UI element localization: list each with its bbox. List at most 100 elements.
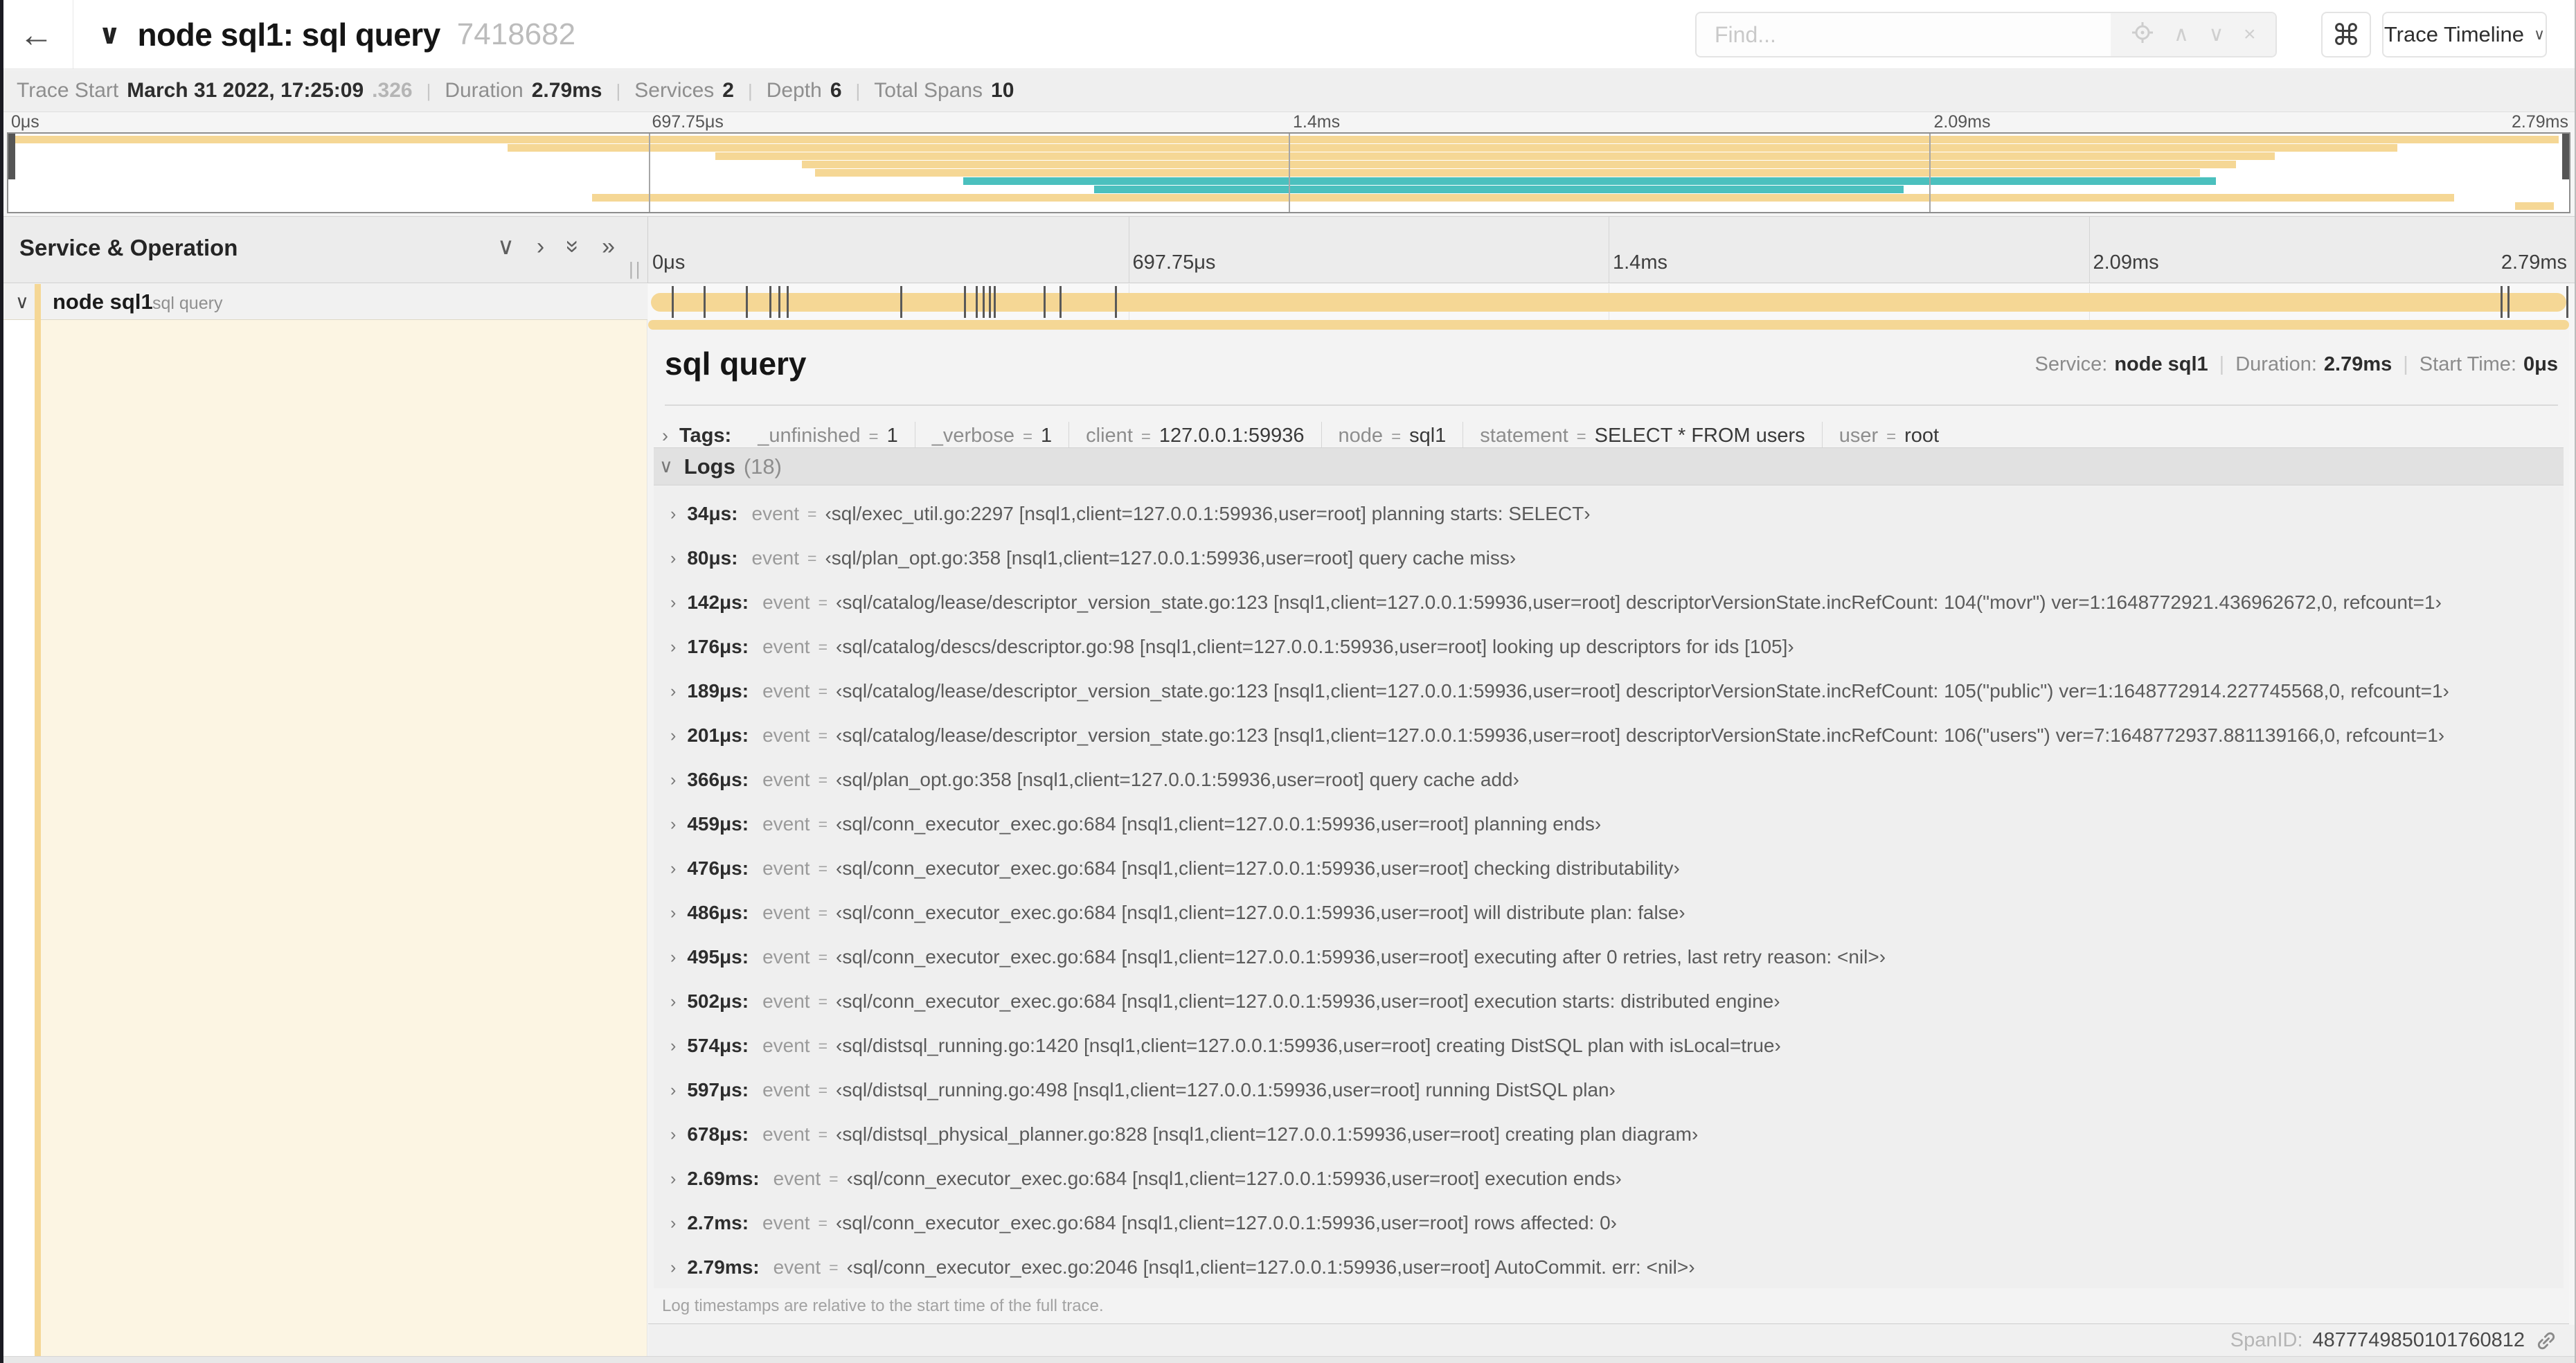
find-next-chevron-down-icon[interactable]: ∨ <box>2208 24 2224 45</box>
log-row[interactable]: › 366μs: event = ‹sql/plan_opt.go:358 [nsql1… <box>654 758 2564 802</box>
log-field-name: event <box>762 1079 810 1101</box>
log-field-value: ‹sql/distsql_physical_planner.go:828 [ns… <box>836 1123 1699 1145</box>
log-timestamp: 495μs: <box>687 946 749 968</box>
minimap-left-drag-handle[interactable] <box>8 134 15 179</box>
expand-one-chevron-right-icon[interactable]: › <box>537 235 544 258</box>
log-marker-tick <box>964 286 967 318</box>
span-row: ∨ node sql1 sql query <box>0 284 2576 320</box>
collapse-trace-chevron-down-icon[interactable]: ∨ <box>98 19 120 51</box>
expand-all-double-chevron-right-icon[interactable]: » <box>602 235 615 258</box>
log-row[interactable]: › 476μs: event = ‹sql/conn_executor_exec.go:… <box>654 846 2564 891</box>
log-field-name: event <box>762 769 810 790</box>
logs-section-toggle[interactable]: ∨ Logs (18) <box>654 447 2564 485</box>
log-timestamp: 486μs: <box>687 902 749 923</box>
summary-label: Services <box>634 79 715 102</box>
log-row[interactable]: › 142μs: event = ‹sql/catalog/lease/descript… <box>654 580 2564 625</box>
log-field-name: event <box>762 813 810 835</box>
log-row[interactable]: › 2.69ms: event = ‹sql/conn_executor_exec.go… <box>654 1157 2564 1201</box>
command-icon: ⌘ <box>2332 18 2361 51</box>
summary-item: Depth 6 <box>767 79 842 103</box>
log-marker-tick <box>703 286 706 318</box>
tag-item: client = 127.0.0.1:59936 <box>1069 421 1322 450</box>
span-detail-panel: sql query Service: node sql1 | Duration:… <box>648 330 2569 1324</box>
log-row[interactable]: › 189μs: event = ‹sql/catalog/lease/descript… <box>654 669 2564 713</box>
log-timestamp: 366μs: <box>687 769 749 790</box>
collapse-one-chevron-down-icon[interactable]: ∨ <box>497 235 515 258</box>
minimap-right-drag-handle[interactable] <box>2562 134 2569 179</box>
log-row[interactable]: › 495μs: event = ‹sql/conn_executor_exec.go:… <box>654 935 2564 979</box>
keyboard-shortcuts-button[interactable]: ⌘ <box>2321 12 2371 57</box>
log-marker-tick <box>786 286 789 318</box>
tags-list: _unfinished = 1 _verbose = 1 client = 127.0.0.1:… <box>741 421 1956 450</box>
timeline-gridline <box>1289 134 1290 212</box>
separator: | <box>426 80 431 101</box>
log-row[interactable]: › 80μs: event = ‹sql/plan_opt.go:358 [nsql1,… <box>654 536 2564 580</box>
log-row[interactable]: › 574μs: event = ‹sql/distsql_running.go:142… <box>654 1024 2564 1068</box>
log-field-name: event <box>751 503 800 524</box>
column-resize-grip[interactable]: || <box>629 258 643 280</box>
minimap-canvas[interactable] <box>7 132 2570 213</box>
tag-value: 1 <box>886 424 898 447</box>
span-duration-bar[interactable] <box>651 293 2566 312</box>
row-chevron-down-icon[interactable]: ∨ <box>15 292 29 313</box>
log-marker-tick <box>976 286 978 318</box>
equals-sign: = <box>818 903 828 922</box>
view-selector-button[interactable]: Trace Timeline ∨ <box>2382 12 2547 57</box>
back-button[interactable]: ← <box>0 0 73 69</box>
chevron-right-icon: › <box>670 1213 677 1233</box>
log-row[interactable]: › 176μs: event = ‹sql/catalog/descs/descript… <box>654 625 2564 669</box>
log-marker-tick <box>1059 286 1062 318</box>
link-icon[interactable] <box>2534 1329 2558 1353</box>
tag-value: sql1 <box>1409 424 1447 447</box>
log-row[interactable]: › 2.79ms: event = ‹sql/conn_executor_exec.go… <box>654 1245 2564 1290</box>
log-field-value: ‹sql/catalog/lease/descriptor_version_st… <box>836 680 2449 702</box>
log-row[interactable]: › 502μs: event = ‹sql/conn_executor_exec.go:… <box>654 979 2564 1024</box>
tag-key: _verbose <box>931 424 1015 447</box>
log-row[interactable]: › 597μs: event = ‹sql/distsql_running.go:498… <box>654 1068 2564 1112</box>
timeline-tick-label: 2.79ms <box>2501 251 2567 274</box>
log-timestamp: 34μs: <box>687 503 738 524</box>
log-marker-tick <box>1043 286 1046 318</box>
log-field-value: ‹sql/conn_executor_exec.go:2046 [nsql1,c… <box>846 1256 1695 1278</box>
separator: | <box>2403 353 2408 375</box>
tag-value: 127.0.0.1:59936 <box>1159 424 1305 447</box>
span-row-name-cell[interactable]: ∨ node sql1 sql query <box>0 284 647 320</box>
logs-list: › 34μs: event = ‹sql/exec_util.go:2297 [nsql… <box>654 486 2564 1288</box>
collapse-all-double-chevron-down-icon[interactable]: » <box>560 240 587 253</box>
span-operation-name: sql query <box>152 294 223 313</box>
log-row[interactable]: › 201μs: event = ‹sql/catalog/lease/descript… <box>654 713 2564 758</box>
find-input[interactable] <box>1697 13 2111 56</box>
timeline-tick-label: 2.09ms <box>2093 251 2159 274</box>
tag-value: 1 <box>1041 424 1053 447</box>
service-label: Service: <box>2034 353 2108 375</box>
log-row[interactable]: › 459μs: event = ‹sql/conn_executor_exec.go:… <box>654 802 2564 846</box>
target-icon[interactable] <box>2131 21 2154 48</box>
log-field-value: ‹sql/conn_executor_exec.go:684 [nsql1,cl… <box>846 1168 1622 1189</box>
find-clear-close-icon[interactable]: × <box>2244 24 2256 45</box>
timeline-tick-label: 1.4ms <box>1613 251 1667 274</box>
log-field-name: event <box>751 547 800 569</box>
minimap-span-bar <box>592 194 2454 202</box>
log-row[interactable]: › 2.7ms: event = ‹sql/conn_executor_exec.go:… <box>654 1201 2564 1245</box>
span-row-timeline[interactable] <box>648 284 2569 320</box>
summary-value-muted: .326 <box>372 79 413 102</box>
log-field-name: event <box>762 1212 810 1233</box>
summary-label: Total Spans <box>874 79 983 102</box>
chevron-right-icon: › <box>670 902 677 923</box>
summary-item: Trace Start March 31 2022, 17:25:09 .326 <box>17 79 413 103</box>
log-row[interactable]: › 486μs: event = ‹sql/conn_executor_exec.go:… <box>654 891 2564 935</box>
chevron-right-icon: › <box>670 504 677 524</box>
log-row[interactable]: › 34μs: event = ‹sql/exec_util.go:2297 [nsql… <box>654 492 2564 536</box>
chevron-right-icon: › <box>670 548 677 568</box>
equals-sign: = <box>818 726 828 745</box>
equals-sign: = <box>818 947 828 966</box>
log-marker-tick <box>746 286 749 318</box>
minimap-span-bar <box>508 144 2398 152</box>
find-prev-chevron-up-icon[interactable]: ∧ <box>2174 24 2189 45</box>
trace-summary-bar: Trace Start March 31 2022, 17:25:09 .326 | D… <box>0 70 2576 112</box>
tag-item: _verbose = 1 <box>915 421 1070 450</box>
separator: | <box>855 80 861 101</box>
log-field-value: ‹sql/plan_opt.go:358 [nsql1,client=127.0… <box>825 547 1517 569</box>
log-marker-tick <box>983 286 985 318</box>
log-row[interactable]: › 678μs: event = ‹sql/distsql_physical_plann… <box>654 1112 2564 1157</box>
